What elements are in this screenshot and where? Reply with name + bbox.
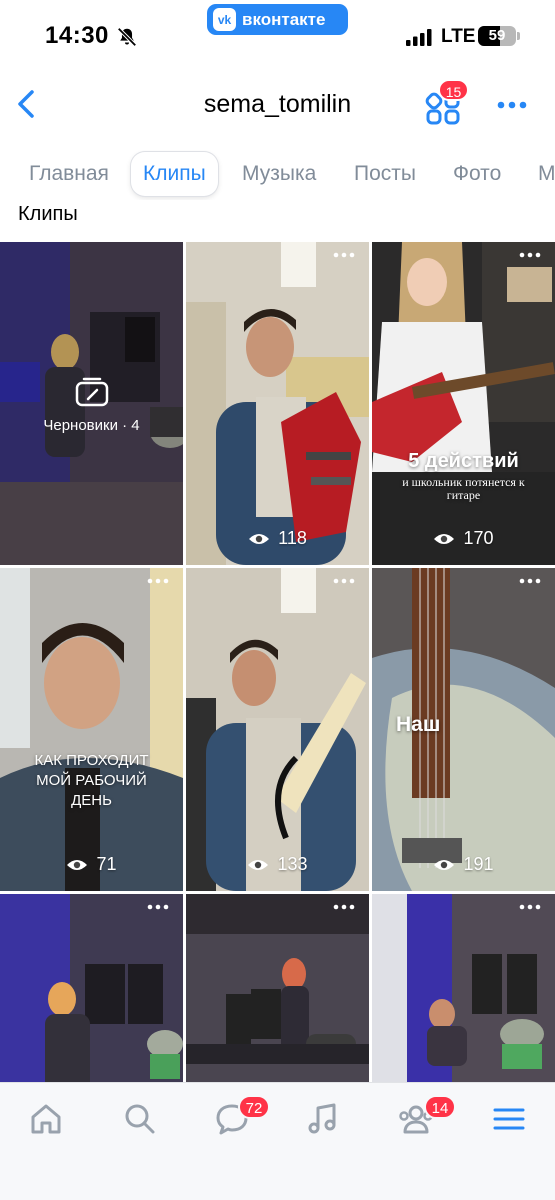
bottom-navigation: 72 14: [0, 1082, 555, 1200]
eye-icon: [434, 859, 455, 870]
cellular-signal-icon: [406, 29, 432, 46]
search-icon[interactable]: [122, 1101, 158, 1137]
app-return-pill[interactable]: vk вконтакте: [207, 4, 348, 35]
clip-menu-dots-icon[interactable]: [147, 578, 169, 584]
clip-views: 133: [186, 854, 369, 875]
clip-tile[interactable]: 133: [186, 568, 369, 891]
section-title: Клипы: [18, 203, 78, 225]
drafts-tile[interactable]: Черновики · 4: [0, 242, 183, 565]
clip-views: 170: [372, 528, 555, 549]
man-portrait-thumbnail: [0, 568, 183, 891]
bell-muted-icon: [117, 27, 137, 47]
network-type: LTE: [441, 26, 476, 47]
battery-cap: [517, 32, 520, 40]
eye-icon: [434, 533, 455, 544]
battery-icon: 59: [478, 26, 516, 46]
clip-tile[interactable]: 118: [186, 242, 369, 565]
drafts-edit-icon: [75, 377, 108, 407]
more-options-icon[interactable]: [497, 100, 527, 110]
profile-header: sema_tomilin 15: [0, 70, 555, 140]
clip-views: 71: [0, 854, 183, 875]
clip-tile[interactable]: 5 действий и школьник потянется к гитаре…: [372, 242, 555, 565]
vk-logo-icon: vk: [213, 8, 236, 31]
clip-subcaption: и школьник потянется к гитаре: [402, 475, 525, 502]
eye-icon: [248, 859, 269, 870]
app-pill-label: вконтакте: [242, 9, 326, 29]
clip-views: 118: [186, 528, 369, 549]
clip-tile[interactable]: [372, 894, 555, 1082]
clip-menu-dots-icon[interactable]: [333, 578, 355, 584]
clip-menu-dots-icon[interactable]: [519, 252, 541, 258]
home-icon[interactable]: [28, 1101, 64, 1137]
tab-music[interactable]: Музыка: [230, 152, 328, 196]
battery-percent: 59: [488, 27, 506, 44]
clip-menu-dots-icon[interactable]: [333, 252, 355, 258]
clip-caption: Наш: [396, 713, 441, 736]
eye-icon: [67, 859, 88, 870]
eye-icon: [249, 533, 270, 544]
page-title: sema_tomilin: [203, 90, 352, 118]
status-time: 14:30: [45, 22, 109, 49]
views-count: 191: [463, 854, 494, 874]
man-holding-guitar-thumbnail: [186, 568, 369, 891]
clip-tile[interactable]: [186, 894, 369, 1082]
studio-thumbnail: [0, 894, 183, 1082]
tab-clips[interactable]: Клипы: [131, 152, 218, 196]
clip-menu-dots-icon[interactable]: [333, 904, 355, 910]
clip-menu-dots-icon[interactable]: [147, 904, 169, 910]
clip-tile[interactable]: Наш 191: [372, 568, 555, 891]
drafts-overlay: Черновики · 4: [0, 377, 183, 434]
views-count: 170: [463, 528, 494, 548]
clips-grid: Черновики · 4 118 5 действий и школьник …: [0, 242, 555, 1082]
man-with-guitar-thumbnail: [186, 242, 369, 565]
services-badge: 15: [438, 79, 469, 101]
status-bar: 14:30 vk вконтакте LTE 59: [0, 0, 555, 70]
girl-with-guitar-thumbnail: [372, 242, 555, 565]
clip-tile[interactable]: [0, 894, 183, 1082]
clip-caption: КАК ПРОХОДИТ МОЙ РАБОЧИЙ ДЕНЬ: [34, 752, 149, 809]
tab-photos[interactable]: Фото: [441, 152, 513, 196]
tab-main[interactable]: Главная: [17, 152, 121, 196]
clip-menu-dots-icon[interactable]: [519, 578, 541, 584]
menu-icon[interactable]: [491, 1101, 527, 1137]
music-icon[interactable]: [305, 1101, 341, 1137]
views-count: 71: [96, 854, 117, 874]
clip-tile[interactable]: КАК ПРОХОДИТ МОЙ РАБОЧИЙ ДЕНЬ 71: [0, 568, 183, 891]
tab-posts[interactable]: Посты: [342, 152, 428, 196]
tab-more-partial[interactable]: М: [526, 152, 555, 196]
studio-thumbnail: [372, 894, 555, 1082]
clip-menu-dots-icon[interactable]: [519, 904, 541, 910]
profile-tabs: Главная Клипы Музыка Посты Фото М: [0, 150, 555, 200]
friends-badge: 14: [424, 1095, 456, 1119]
studio-thumbnail: [186, 894, 369, 1082]
views-count: 133: [277, 854, 308, 874]
drafts-label: Черновики · 4: [43, 417, 140, 434]
messages-badge: 72: [238, 1095, 270, 1119]
clip-caption: 5 действий: [408, 450, 519, 472]
views-count: 118: [278, 528, 307, 548]
clip-views: 191: [372, 854, 555, 875]
